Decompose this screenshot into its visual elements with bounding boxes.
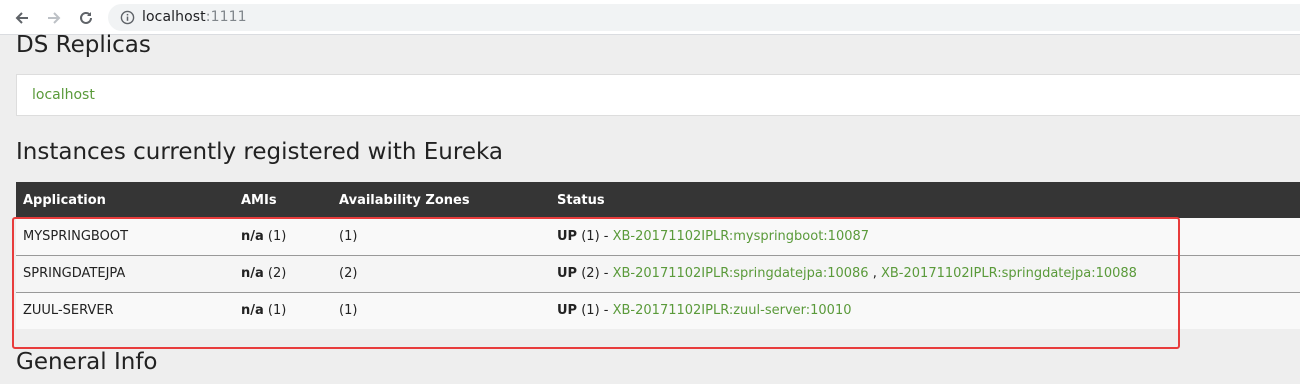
replicas-panel: localhost xyxy=(16,74,1300,116)
status-count: (2) - xyxy=(577,266,613,281)
amis-value: n/a xyxy=(241,228,264,244)
amis-count: (1) xyxy=(263,303,287,319)
instance-link[interactable]: XB-20171102IPLR:myspringboot:10087 xyxy=(613,229,869,244)
column-header-availability-zones: Availability Zones xyxy=(339,192,470,208)
status-count: (1) - xyxy=(577,303,613,319)
url-port: :1111 xyxy=(205,9,247,25)
general-info-heading: General Info xyxy=(16,349,158,375)
amis-count: (1) xyxy=(263,228,287,244)
replica-link[interactable]: localhost xyxy=(32,87,95,103)
replicas-heading: DS Replicas xyxy=(16,32,151,58)
table-header-row: Application AMIs Availability Zones Stat… xyxy=(16,182,1300,218)
link-separator: , xyxy=(868,266,881,281)
status-value: UP xyxy=(557,266,578,281)
application-name: SPRINGDATEJPA xyxy=(16,254,234,292)
info-icon[interactable] xyxy=(120,10,135,25)
status-count: (1) - xyxy=(577,228,613,244)
forward-arrow-icon[interactable] xyxy=(42,6,66,30)
status-value: UP xyxy=(557,303,578,319)
instances-heading: Instances currently registered with Eure… xyxy=(16,139,503,165)
status-cell: UP (1) - XB-20171102IPLR:myspringboot:10… xyxy=(550,218,1300,255)
application-name: ZUUL-SERVER xyxy=(16,291,234,329)
instance-link[interactable]: XB-20171102IPLR:springdatejpa:10086 xyxy=(613,266,869,281)
zones-cell: (1) xyxy=(332,291,550,329)
back-arrow-icon[interactable] xyxy=(10,6,34,30)
column-header-status: Status xyxy=(557,192,605,208)
browser-toolbar: localhost:1111 xyxy=(0,0,1300,35)
amis-cell: n/a (1) xyxy=(234,291,332,329)
amis-cell: n/a (2) xyxy=(234,254,332,292)
url-host: localhost xyxy=(142,9,206,25)
url-text[interactable]: localhost:1111 xyxy=(142,9,247,25)
address-bar[interactable]: localhost:1111 xyxy=(108,4,1300,31)
zones-cell: (2) xyxy=(332,254,550,292)
amis-value: n/a xyxy=(241,266,264,281)
status-value: UP xyxy=(557,228,578,244)
status-cell: UP (2) - XB-20171102IPLR:springdatejpa:1… xyxy=(550,254,1300,292)
instances-table: Application AMIs Availability Zones Stat… xyxy=(16,182,1300,329)
column-header-application: Application xyxy=(23,192,106,208)
table-row: MYSPRINGBOOT n/a (1) (1) UP (1) - XB-201… xyxy=(16,218,1300,255)
amis-value: n/a xyxy=(241,303,264,319)
instance-link[interactable]: XB-20171102IPLR:zuul-server:10010 xyxy=(613,303,852,318)
reload-icon[interactable] xyxy=(74,6,98,30)
amis-count: (2) xyxy=(263,266,287,281)
application-name: MYSPRINGBOOT xyxy=(23,228,129,244)
status-cell: UP (1) - XB-20171102IPLR:zuul-server:100… xyxy=(550,291,1300,329)
table-row: ZUUL-SERVER n/a (1) (1) UP (1) - XB-2017… xyxy=(16,291,1300,329)
zones-cell: (1) xyxy=(339,228,358,244)
instance-link[interactable]: XB-20171102IPLR:springdatejpa:10088 xyxy=(881,266,1137,281)
column-header-amis: AMIs xyxy=(241,192,277,208)
table-row: SPRINGDATEJPA n/a (2) (2) UP (2) - XB-20… xyxy=(16,254,1300,292)
amis-cell: n/a (1) xyxy=(234,218,332,255)
